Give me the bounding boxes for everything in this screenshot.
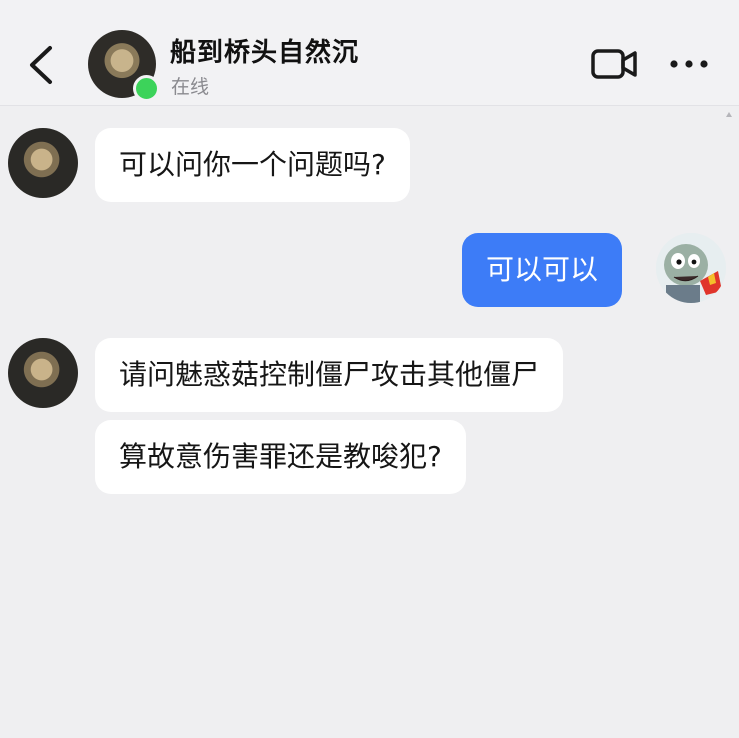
contact-name[interactable]: 船到桥头自然沉 xyxy=(170,32,359,69)
back-chevron-icon[interactable] xyxy=(22,40,62,90)
outgoing-avatar[interactable] xyxy=(656,233,726,303)
more-dots-icon[interactable] xyxy=(668,56,710,72)
incoming-message-bubble[interactable]: 可以问你一个问题吗? xyxy=(95,128,410,202)
zombie-avatar-icon xyxy=(656,233,726,303)
incoming-avatar[interactable] xyxy=(8,338,78,408)
contact-avatar[interactable] xyxy=(88,30,160,102)
scroll-indicator-icon xyxy=(726,112,732,117)
contact-status: 在线 xyxy=(171,76,210,98)
video-camera-icon[interactable] xyxy=(590,46,638,82)
online-status-dot xyxy=(133,75,160,102)
chat-header: 船到桥头自然沉 在线 xyxy=(0,0,739,106)
incoming-avatar[interactable] xyxy=(8,128,78,198)
outgoing-message-bubble[interactable]: 可以可以 xyxy=(462,233,623,307)
incoming-message-bubble[interactable]: 算故意伤害罪还是教唆犯? xyxy=(95,420,466,494)
incoming-message-bubble[interactable]: 请问魅惑菇控制僵尸攻击其他僵尸 xyxy=(95,338,564,412)
